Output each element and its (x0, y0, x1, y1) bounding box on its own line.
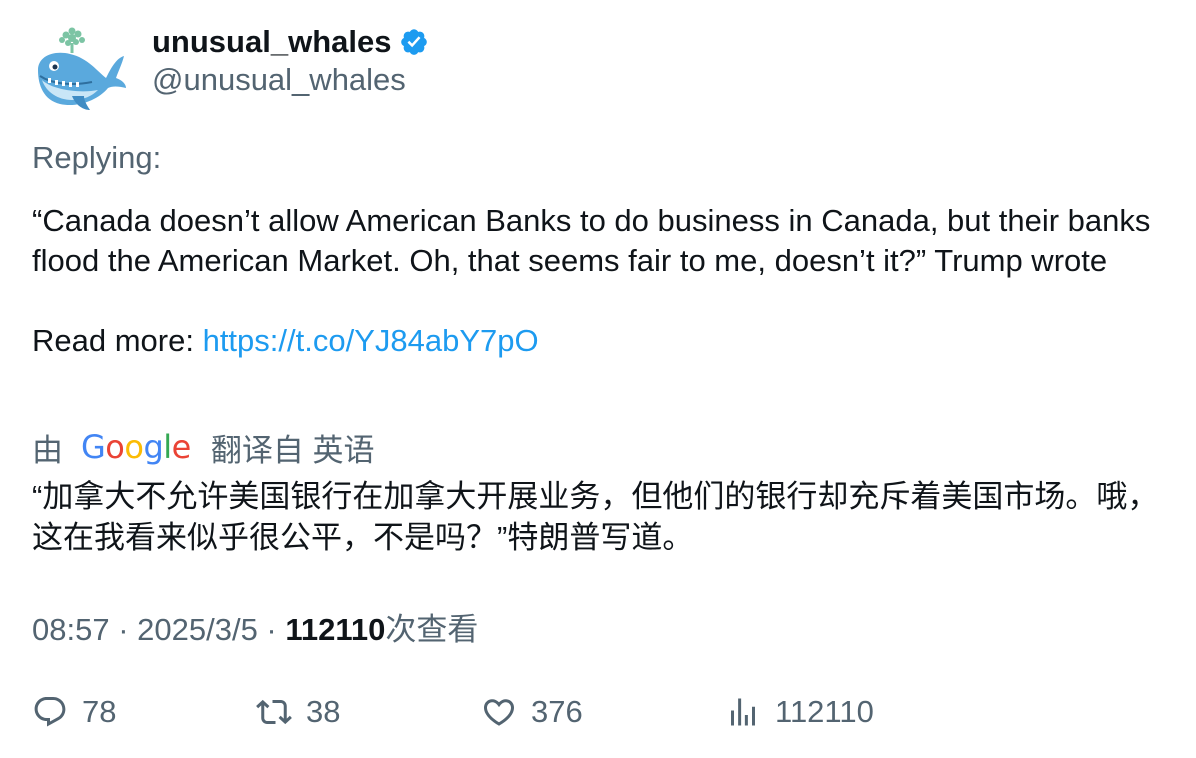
author-handle[interactable]: @unusual_whales (152, 62, 406, 98)
views-action-count: 112110 (775, 694, 874, 729)
bar-chart-icon (731, 698, 755, 726)
like-count: 376 (531, 694, 583, 729)
author-name-row: unusual_whales (152, 22, 429, 62)
replying-label: Replying: (32, 140, 162, 175)
reply-count: 78 (82, 694, 117, 729)
read-more-label: Read more: (32, 323, 203, 358)
retweet-count: 38 (306, 694, 341, 729)
translation-suffix: 翻译自 英语 (210, 432, 375, 468)
google-logo: Google (81, 428, 191, 466)
views-label: 次查看 (385, 612, 479, 647)
action-bar: 78 38 376 112110 (32, 690, 1172, 734)
views-button[interactable]: 112110 (725, 690, 874, 734)
heart-icon (483, 699, 515, 726)
meta-separator: · (109, 612, 138, 647)
reply-icon (34, 697, 66, 727)
tweet-body: “Canada doesn’t allow American Banks to … (32, 203, 1151, 278)
read-more-line: Read more: https://t.co/YJ84abY7pO (32, 321, 1172, 361)
translation-attribution: 由 Google 翻译自 英语 (32, 427, 375, 468)
translated-text: “加拿大不允许美国银行在加拿大开展业务，但他们的银行却充斥着美国市场。哦，这在我… (32, 479, 1159, 555)
reply-button[interactable]: 78 (32, 690, 116, 734)
tweet-card: unusual_whales @unusual_whales Replying:… (0, 0, 1196, 758)
verified-badge-icon (399, 27, 429, 57)
read-more-link[interactable]: https://t.co/YJ84abY7pO (203, 323, 539, 358)
tweet-time[interactable]: 08:57 (32, 612, 110, 647)
views-count: 112110 (285, 612, 386, 647)
meta-separator: · (257, 612, 286, 647)
avatar[interactable] (32, 26, 128, 114)
retweet-icon (256, 699, 292, 725)
whale-avatar-icon (38, 27, 126, 110)
tweet-meta: 08:57 · 2025/3/5 · 112110次查看 (32, 604, 478, 649)
retweet-button[interactable]: 38 (256, 690, 340, 734)
author-display-name[interactable]: unusual_whales (152, 24, 391, 60)
translation-prefix: 由 (32, 432, 63, 468)
tweet-date[interactable]: 2025/3/5 (137, 612, 258, 647)
like-button[interactable]: 376 (481, 690, 583, 734)
tweet-text: “Canada doesn’t allow American Banks to … (32, 201, 1172, 361)
